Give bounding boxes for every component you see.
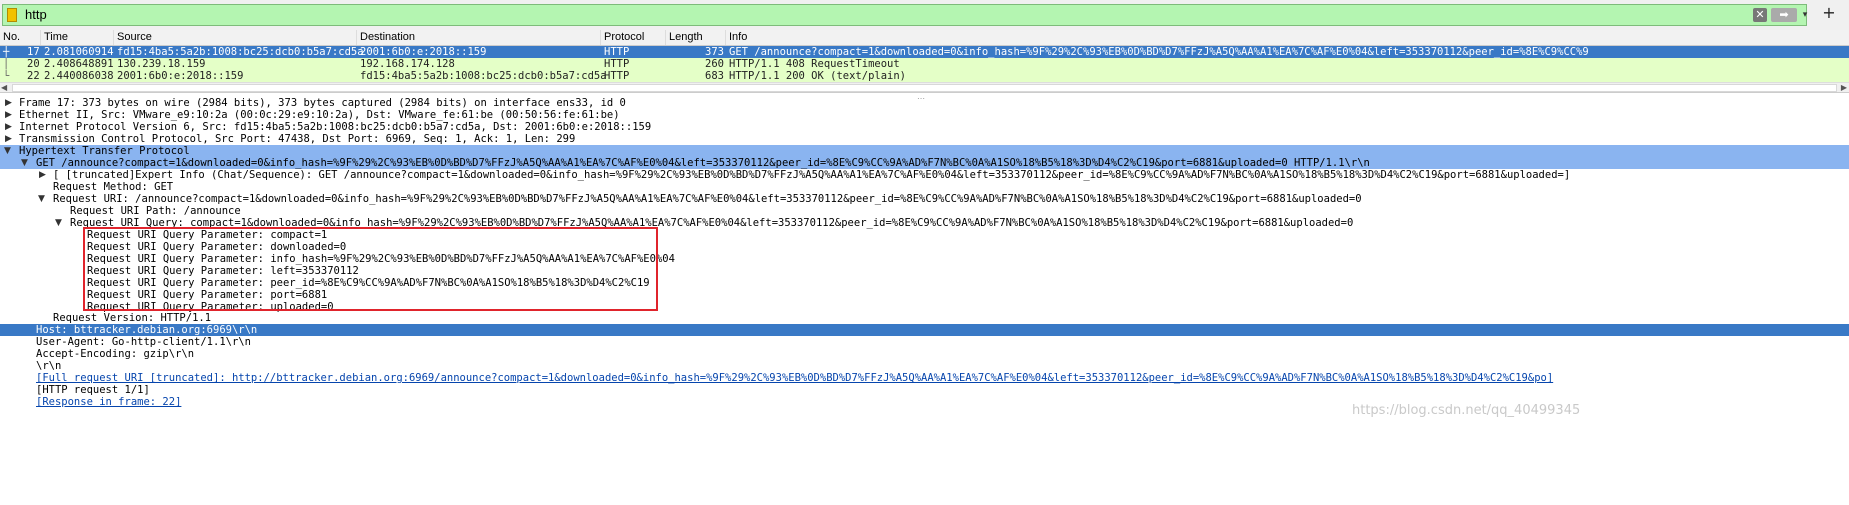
packet-length: 260 bbox=[705, 58, 724, 70]
tree-item-label: [ [truncated]Expert Info (Chat/Sequence)… bbox=[53, 169, 1571, 181]
packet-destination: fd15:4ba5:5a2b:1008:bc25:dcb0:b5a7:cd5a bbox=[360, 70, 607, 82]
collapse-arrow-icon[interactable]: ▼ bbox=[55, 217, 62, 229]
tree-item-label: GET /announce?compact=1&downloaded=0&inf… bbox=[36, 157, 1370, 169]
expand-arrow-icon[interactable]: ▶ bbox=[5, 133, 12, 145]
display-filter-input[interactable]: http ✕ ➡ ▾ bbox=[2, 4, 1807, 26]
add-filter-button[interactable]: + bbox=[1818, 3, 1840, 23]
chevron-down-icon[interactable]: ▾ bbox=[1800, 8, 1810, 22]
tree-item-expert-info[interactable]: ▶ [ [truncated]Expert Info (Chat/Sequenc… bbox=[0, 169, 1849, 181]
conversation-marker-icon: │ bbox=[3, 58, 10, 70]
packet-source: 2001:6b0:e:2018::159 bbox=[117, 70, 244, 82]
conversation-marker-icon: ┼ bbox=[3, 46, 10, 58]
packet-no: 22 bbox=[27, 70, 40, 82]
packet-row[interactable]: └ 22 2.440086038 2001:6b0:e:2018::159 fd… bbox=[0, 70, 1849, 82]
tree-item-full-request-uri[interactable]: [Full request URI [truncated]: http://bt… bbox=[0, 372, 1849, 384]
tree-item-label: Accept-Encoding: gzip\r\n bbox=[36, 348, 195, 360]
scroll-left-icon[interactable]: ◀ bbox=[1, 83, 7, 92]
tree-item-label: Request URI: /announce?compact=1&downloa… bbox=[53, 193, 1362, 205]
packet-info: HTTP/1.1 200 OK (text/plain) bbox=[729, 70, 907, 82]
tree-item-label: User-Agent: Go-http-client/1.1\r\n bbox=[36, 336, 251, 348]
packet-destination: 2001:6b0:e:2018::159 bbox=[360, 46, 487, 58]
tree-item-label: Hypertext Transfer Protocol bbox=[19, 145, 190, 157]
apply-filter-button[interactable]: ➡ bbox=[1771, 8, 1797, 22]
tree-item-get-line[interactable]: ▼ GET /announce?compact=1&downloaded=0&i… bbox=[0, 157, 1849, 169]
tree-item-frame[interactable]: ▶ Frame 17: 373 bytes on wire (2984 bits… bbox=[0, 97, 1849, 109]
packet-no: 17 bbox=[27, 46, 40, 58]
display-filter-text[interactable]: http bbox=[25, 7, 47, 22]
packet-protocol: HTTP bbox=[604, 70, 630, 82]
packet-row[interactable]: │ 20 2.408648891 130.239.18.159 192.168.… bbox=[0, 58, 1849, 70]
expand-arrow-icon[interactable]: ▶ bbox=[5, 97, 12, 109]
bookmark-icon[interactable] bbox=[7, 8, 17, 22]
packet-source: 130.239.18.159 bbox=[117, 58, 206, 70]
watermark-text: https://blog.csdn.net/qq_40499345 bbox=[1352, 403, 1581, 418]
column-header-source[interactable]: Source bbox=[114, 30, 357, 45]
tree-item-request-version[interactable]: Request Version: HTTP/1.1 bbox=[0, 312, 1849, 324]
scrollbar-thumb[interactable] bbox=[12, 84, 1837, 92]
expand-arrow-icon[interactable]: ▶ bbox=[39, 169, 46, 181]
response-frame-link[interactable]: [Response in frame: 22] bbox=[36, 396, 181, 408]
column-header-info[interactable]: Info bbox=[726, 30, 1849, 45]
packet-time: 2.440086038 bbox=[44, 70, 114, 82]
tree-item-http-request[interactable]: [HTTP request 1/1] bbox=[0, 384, 1849, 396]
tree-item-http[interactable]: ▼ Hypertext Transfer Protocol bbox=[0, 145, 1849, 157]
full-request-uri-link[interactable]: [Full request URI [truncated]: http://bt… bbox=[36, 372, 1553, 384]
tree-item-ipv6[interactable]: ▶ Internet Protocol Version 6, Src: fd15… bbox=[0, 121, 1849, 133]
tree-item-label: \r\n bbox=[36, 360, 62, 372]
tree-item-host[interactable]: Host: bttracker.debian.org:6969\r\n bbox=[0, 324, 1849, 336]
packet-no: 20 bbox=[27, 58, 40, 70]
tree-item-label: [HTTP request 1/1] bbox=[36, 384, 150, 396]
tree-item-label: Ethernet II, Src: VMware_e9:10:2a (00:0c… bbox=[19, 109, 620, 121]
scroll-right-icon[interactable]: ▶ bbox=[1841, 83, 1847, 92]
packet-length: 373 bbox=[705, 46, 724, 58]
tree-item-request-method[interactable]: Request Method: GET bbox=[0, 181, 1849, 193]
highlight-annotation-box bbox=[83, 227, 658, 311]
collapse-arrow-icon[interactable]: ▼ bbox=[4, 145, 11, 157]
expand-arrow-icon[interactable]: ▶ bbox=[5, 121, 12, 133]
packet-info: HTTP/1.1 408 RequestTimeout bbox=[729, 58, 900, 70]
column-header-destination[interactable]: Destination bbox=[357, 30, 601, 45]
packet-time: 2.408648891 bbox=[44, 58, 114, 70]
packet-destination: 192.168.174.128 bbox=[360, 58, 455, 70]
tree-item-tcp[interactable]: ▶ Transmission Control Protocol, Src Por… bbox=[0, 133, 1849, 145]
conversation-marker-icon: └ bbox=[3, 70, 10, 82]
tree-item-request-uri[interactable]: ▼ Request URI: /announce?compact=1&downl… bbox=[0, 193, 1849, 205]
expand-arrow-icon[interactable]: ▶ bbox=[5, 109, 12, 121]
clear-filter-icon[interactable]: ✕ bbox=[1753, 8, 1767, 22]
packet-protocol: HTTP bbox=[604, 58, 630, 70]
packet-protocol: HTTP bbox=[604, 46, 630, 58]
tree-item-request-uri-path[interactable]: Request URI Path: /announce bbox=[0, 205, 1849, 217]
tree-item-crlf[interactable]: \r\n bbox=[0, 360, 1849, 372]
tree-item-ethernet[interactable]: ▶ Ethernet II, Src: VMware_e9:10:2a (00:… bbox=[0, 109, 1849, 121]
collapse-arrow-icon[interactable]: ▼ bbox=[38, 193, 45, 205]
column-header-length[interactable]: Length bbox=[666, 30, 726, 45]
packet-list-header: No. Time Source Destination Protocol Len… bbox=[0, 30, 1849, 46]
column-header-no[interactable]: No. bbox=[0, 30, 41, 45]
packet-list-scrollbar[interactable]: ◀ ▶ bbox=[0, 82, 1849, 93]
collapse-arrow-icon[interactable]: ▼ bbox=[21, 157, 28, 169]
tree-item-accept-encoding[interactable]: Accept-Encoding: gzip\r\n bbox=[0, 348, 1849, 360]
tree-item-user-agent[interactable]: User-Agent: Go-http-client/1.1\r\n bbox=[0, 336, 1849, 348]
tree-item-label: Transmission Control Protocol, Src Port:… bbox=[19, 133, 576, 145]
tree-item-label: Internet Protocol Version 6, Src: fd15:4… bbox=[19, 121, 652, 133]
tree-item-label: Request Version: HTTP/1.1 bbox=[53, 312, 212, 324]
tree-item-label: Host: bttracker.debian.org:6969\r\n bbox=[36, 324, 258, 336]
packet-row[interactable]: ┼ 17 2.081060914 fd15:4ba5:5a2b:1008:bc2… bbox=[0, 46, 1849, 58]
packet-length: 683 bbox=[705, 70, 724, 82]
tree-item-label: Frame 17: 373 bytes on wire (2984 bits),… bbox=[19, 97, 626, 109]
column-header-time[interactable]: Time bbox=[41, 30, 114, 45]
column-header-protocol[interactable]: Protocol bbox=[601, 30, 666, 45]
packet-info: GET /announce?compact=1&downloaded=0&inf… bbox=[729, 46, 1589, 58]
packet-time: 2.081060914 bbox=[44, 46, 114, 58]
tree-item-label: Request URI Path: /announce bbox=[70, 205, 241, 217]
packet-source: fd15:4ba5:5a2b:1008:bc25:dcb0:b5a7:cd5a bbox=[117, 46, 364, 58]
tree-item-label: Request Method: GET bbox=[53, 181, 174, 193]
display-filter-toolbar: http ✕ ➡ ▾ + bbox=[0, 0, 1849, 30]
packet-list: No. Time Source Destination Protocol Len… bbox=[0, 30, 1849, 93]
